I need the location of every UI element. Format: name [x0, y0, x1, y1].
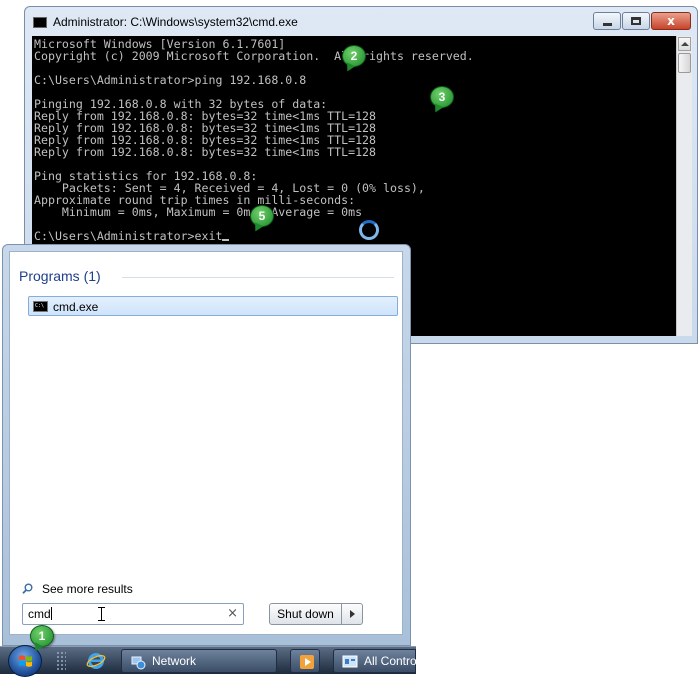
taskbar-media-player-button[interactable] — [290, 649, 320, 673]
console-line: Minimum = 0ms, Maximum = 0ms, Average = … — [34, 205, 363, 219]
vertical-scrollbar[interactable] — [676, 36, 692, 336]
close-button[interactable]: x — [651, 12, 691, 30]
start-menu: Programs (1) cmd.exe See more results cm… — [2, 244, 411, 646]
cmd-program-icon — [33, 301, 48, 312]
start-menu-results-pane: Programs (1) cmd.exe See more results — [9, 251, 403, 635]
callout-3: 3 — [430, 86, 454, 108]
callout-2: 2 — [342, 45, 366, 67]
cmd-window-title: Administrator: C:\Windows\system32\cmd.e… — [53, 15, 298, 29]
cmd-window-icon — [33, 17, 47, 28]
programs-group-header: Programs (1) — [19, 268, 101, 284]
maximize-button[interactable] — [622, 12, 650, 30]
cmd-titlebar[interactable]: Administrator: C:\Windows\system32\cmd.e… — [25, 7, 697, 37]
network-icon — [131, 656, 146, 670]
taskbar-control-panel-label: All Contro — [364, 654, 417, 668]
callout-1: 1 — [30, 625, 54, 647]
taskbar-grip[interactable] — [56, 651, 66, 671]
console-line: Reply from 192.168.0.8: bytes=32 time<1m… — [34, 145, 377, 159]
text-ibeam-cursor-icon — [98, 607, 105, 621]
taskbar: Network All Contro — [0, 645, 417, 677]
minimize-icon — [603, 23, 612, 26]
console-line: C:\Users\Administrator>ping 192.168.0.8 — [34, 73, 307, 87]
window-controls: x — [592, 12, 691, 32]
console-prompt: C:\Users\Administrator>exit — [34, 229, 223, 243]
shutdown-options-arrow-button[interactable] — [341, 603, 363, 625]
search-input-value: cmd — [28, 607, 52, 621]
console-cursor — [222, 239, 230, 241]
taskbar-control-panel-button[interactable]: All Contro — [333, 649, 417, 673]
console-line: Copyright (c) 2009 Microsoft Corporation… — [34, 49, 474, 63]
close-icon: x — [667, 14, 675, 28]
text-caret — [50, 607, 52, 620]
maximize-icon — [631, 17, 641, 25]
minimize-button[interactable] — [593, 12, 621, 30]
shutdown-group: Shut down — [269, 603, 363, 625]
callout-5: 5 — [250, 205, 274, 227]
search-magnifier-icon — [22, 583, 33, 594]
taskbar-network-label: Network — [152, 654, 197, 668]
start-search-input[interactable]: cmd × — [22, 603, 244, 625]
see-more-results-label: See more results — [42, 582, 133, 596]
taskbar-network-button[interactable]: Network — [121, 649, 277, 673]
search-result-label: cmd.exe — [53, 300, 99, 314]
control-panel-icon — [342, 655, 358, 668]
search-result-cmd[interactable]: cmd.exe — [28, 296, 398, 316]
windows-logo-icon — [19, 655, 32, 667]
clear-search-button[interactable]: × — [227, 606, 238, 622]
scroll-up-button[interactable] — [678, 37, 691, 51]
search-text: cmd — [28, 607, 51, 621]
internet-explorer-icon[interactable] — [86, 651, 106, 671]
busy-spinner-icon — [359, 220, 379, 240]
media-player-icon — [300, 655, 314, 669]
group-divider — [122, 277, 394, 278]
console-prompt-line: C:\Users\Administrator>exit — [34, 229, 230, 243]
scroll-thumb[interactable] — [678, 53, 691, 73]
shut-down-button[interactable]: Shut down — [269, 603, 342, 625]
